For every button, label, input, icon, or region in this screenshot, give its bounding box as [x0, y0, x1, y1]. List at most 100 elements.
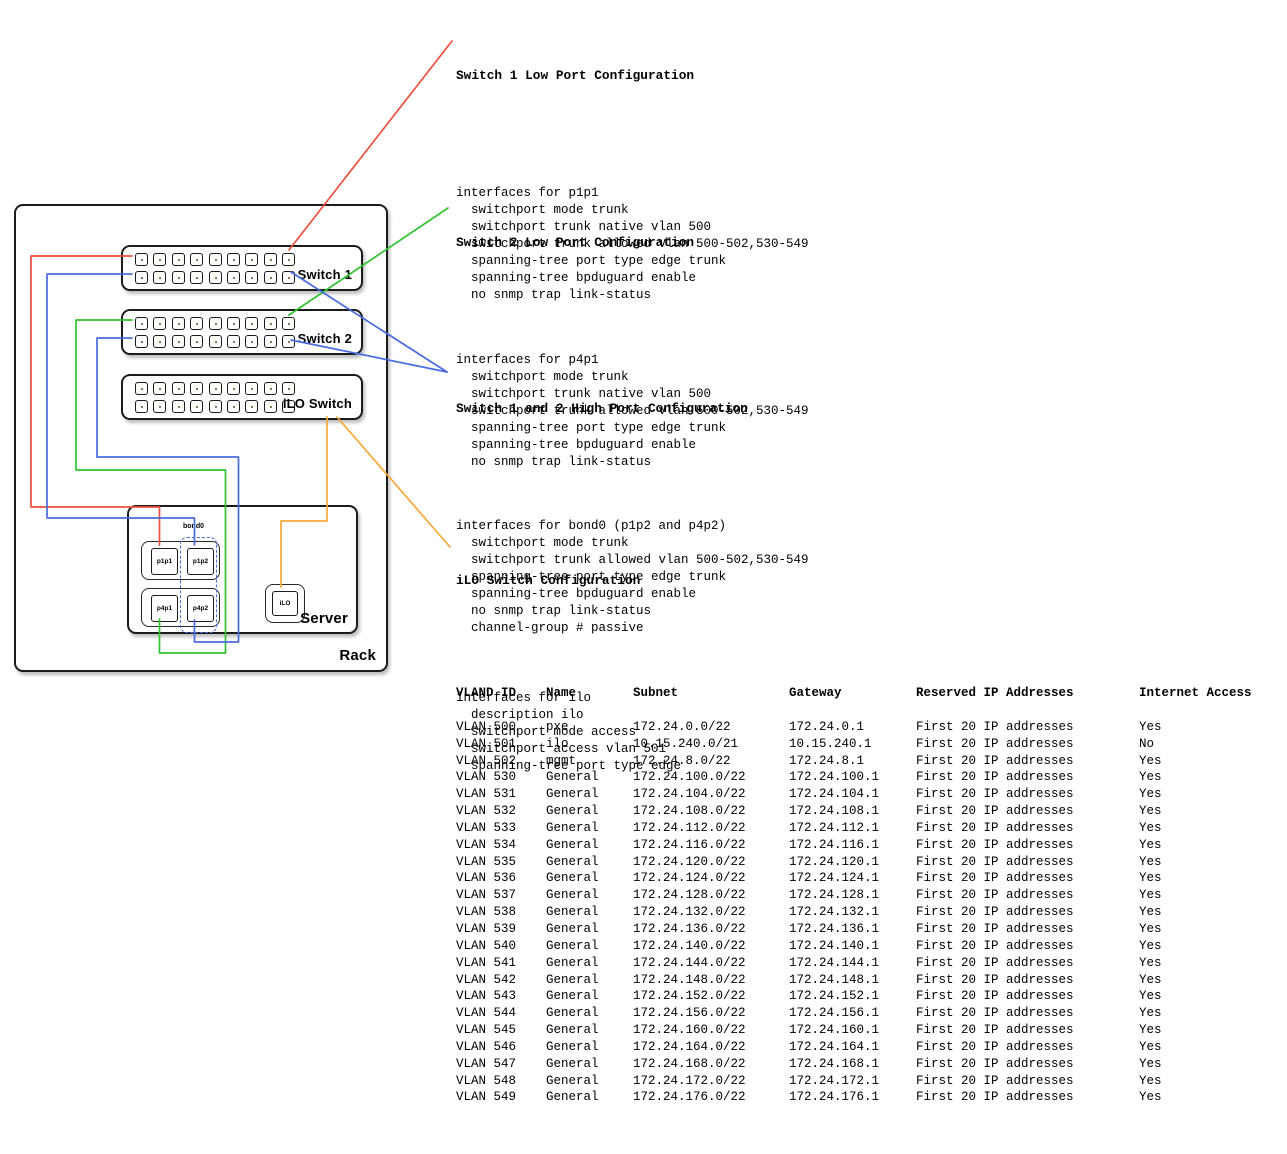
- table-row: VLAN 544 General 172.24.156.0/22 172.24.…: [456, 1005, 1287, 1022]
- cell-vlan-id: VLAN 541: [456, 955, 546, 972]
- cell-subnet: 172.24.120.0/22: [633, 854, 789, 871]
- switch-port: [209, 335, 222, 348]
- switch-port: [135, 253, 148, 266]
- cell-internet: Yes: [1139, 769, 1287, 786]
- cell-reserved: First 20 IP addresses: [916, 719, 1139, 736]
- table-row: VLAN 546 General 172.24.164.0/22 172.24.…: [456, 1039, 1287, 1056]
- cell-name: pxe: [546, 719, 633, 736]
- table-row: VLAN 534 General 172.24.116.0/22 172.24.…: [456, 837, 1287, 854]
- cell-vlan-id: VLAN 540: [456, 938, 546, 955]
- cell-vlan-id: VLAN 546: [456, 1039, 546, 1056]
- cell-name: General: [546, 921, 633, 938]
- config-title: Switch 1 and 2 High Port Configuration: [456, 400, 809, 417]
- switch-port: [282, 271, 295, 284]
- cell-name: mgmt: [546, 753, 633, 770]
- cell-reserved: First 20 IP addresses: [916, 955, 1139, 972]
- cell-vlan-id: VLAN 547: [456, 1056, 546, 1073]
- cell-vlan-id: VLAN 532: [456, 803, 546, 820]
- cell-vlan-id: VLAN 501: [456, 736, 546, 753]
- switch-port: [209, 317, 222, 330]
- server-label: Server: [300, 610, 348, 627]
- cell-gateway: 172.24.156.1: [789, 1005, 916, 1022]
- cell-gateway: 172.24.140.1: [789, 938, 916, 955]
- cell-vlan-id: VLAN 534: [456, 837, 546, 854]
- cell-gateway: 10.15.240.1: [789, 736, 916, 753]
- cell-subnet: 172.24.104.0/22: [633, 786, 789, 803]
- ilo-switch-port-grid: [135, 382, 295, 413]
- cell-subnet: 172.24.164.0/22: [633, 1039, 789, 1056]
- cell-gateway: 172.24.132.1: [789, 904, 916, 921]
- switch-port: [245, 253, 258, 266]
- cell-reserved: First 20 IP addresses: [916, 1039, 1139, 1056]
- cell-gateway: 172.24.160.1: [789, 1022, 916, 1039]
- switch-port: [135, 271, 148, 284]
- cell-subnet: 172.24.108.0/22: [633, 803, 789, 820]
- cell-subnet: 172.24.112.0/22: [633, 820, 789, 837]
- cell-internet: Yes: [1139, 1022, 1287, 1039]
- switch-port: [209, 382, 222, 395]
- cell-reserved: First 20 IP addresses: [916, 837, 1139, 854]
- switch-port: [172, 382, 185, 395]
- table-row: VLAN 531 General 172.24.104.0/22 172.24.…: [456, 786, 1287, 803]
- switch1-label: Switch 1: [298, 267, 352, 282]
- cell-name: General: [546, 854, 633, 871]
- col-header-vland-id: VLAND ID: [456, 685, 546, 702]
- switch1-port-grid: [135, 253, 295, 284]
- table-row: VLAN 530 General 172.24.100.0/22 172.24.…: [456, 769, 1287, 786]
- cell-reserved: First 20 IP addresses: [916, 1056, 1139, 1073]
- cell-vlan-id: VLAN 530: [456, 769, 546, 786]
- switch-port: [172, 253, 185, 266]
- cell-gateway: 172.24.172.1: [789, 1073, 916, 1090]
- cell-internet: Yes: [1139, 972, 1287, 989]
- switch-port: [264, 317, 277, 330]
- config-title: Switch 1 Low Port Configuration: [456, 67, 809, 84]
- cell-reserved: First 20 IP addresses: [916, 1073, 1139, 1090]
- switch2-port-grid: [135, 317, 295, 348]
- switch-port: [245, 400, 258, 413]
- cell-gateway: 172.24.148.1: [789, 972, 916, 989]
- cell-name: General: [546, 837, 633, 854]
- switch-port: [153, 400, 166, 413]
- cell-gateway: 172.24.124.1: [789, 870, 916, 887]
- col-header-gateway: Gateway: [789, 685, 916, 702]
- table-row: VLAN 501 ilo 10.15.240.0/21 10.15.240.1 …: [456, 736, 1287, 753]
- cell-gateway: 172.24.164.1: [789, 1039, 916, 1056]
- cell-name: General: [546, 870, 633, 887]
- switch-port: [264, 271, 277, 284]
- cell-vlan-id: VLAN 533: [456, 820, 546, 837]
- cell-gateway: 172.24.128.1: [789, 887, 916, 904]
- switch-port: [264, 400, 277, 413]
- cell-name: General: [546, 887, 633, 904]
- cell-subnet: 172.24.152.0/22: [633, 988, 789, 1005]
- switch-port: [172, 271, 185, 284]
- switch-port: [153, 382, 166, 395]
- cell-subnet: 172.24.148.0/22: [633, 972, 789, 989]
- cell-name: General: [546, 1039, 633, 1056]
- switch-port: [227, 400, 240, 413]
- table-row: VLAN 539 General 172.24.136.0/22 172.24.…: [456, 921, 1287, 938]
- cell-gateway: 172.24.168.1: [789, 1056, 916, 1073]
- switch-port: [172, 317, 185, 330]
- cell-reserved: First 20 IP addresses: [916, 753, 1139, 770]
- cell-subnet: 172.24.116.0/22: [633, 837, 789, 854]
- cell-reserved: First 20 IP addresses: [916, 887, 1139, 904]
- cell-internet: Yes: [1139, 803, 1287, 820]
- switch-port: [227, 335, 240, 348]
- cell-reserved: First 20 IP addresses: [916, 1089, 1139, 1106]
- cell-reserved: First 20 IP addresses: [916, 972, 1139, 989]
- table-row: VLAN 538 General 172.24.132.0/22 172.24.…: [456, 904, 1287, 921]
- ilo-switch-box: iLO Switch: [121, 374, 363, 420]
- config-title: iLO Switch Configuration: [456, 572, 681, 589]
- cell-internet: Yes: [1139, 1073, 1287, 1090]
- table-row: VLAN 533 General 172.24.112.0/22 172.24.…: [456, 820, 1287, 837]
- cell-subnet: 172.24.136.0/22: [633, 921, 789, 938]
- cell-internet: Yes: [1139, 1089, 1287, 1106]
- cell-internet: Yes: [1139, 753, 1287, 770]
- cell-name: General: [546, 1056, 633, 1073]
- cell-subnet: 172.24.132.0/22: [633, 904, 789, 921]
- switch-port: [282, 317, 295, 330]
- col-header-internet: Internet Access: [1139, 685, 1287, 702]
- cell-reserved: First 20 IP addresses: [916, 938, 1139, 955]
- table-row: VLAN 500 pxe 172.24.0.0/22 172.24.0.1 Fi…: [456, 719, 1287, 736]
- switch-port: [282, 382, 295, 395]
